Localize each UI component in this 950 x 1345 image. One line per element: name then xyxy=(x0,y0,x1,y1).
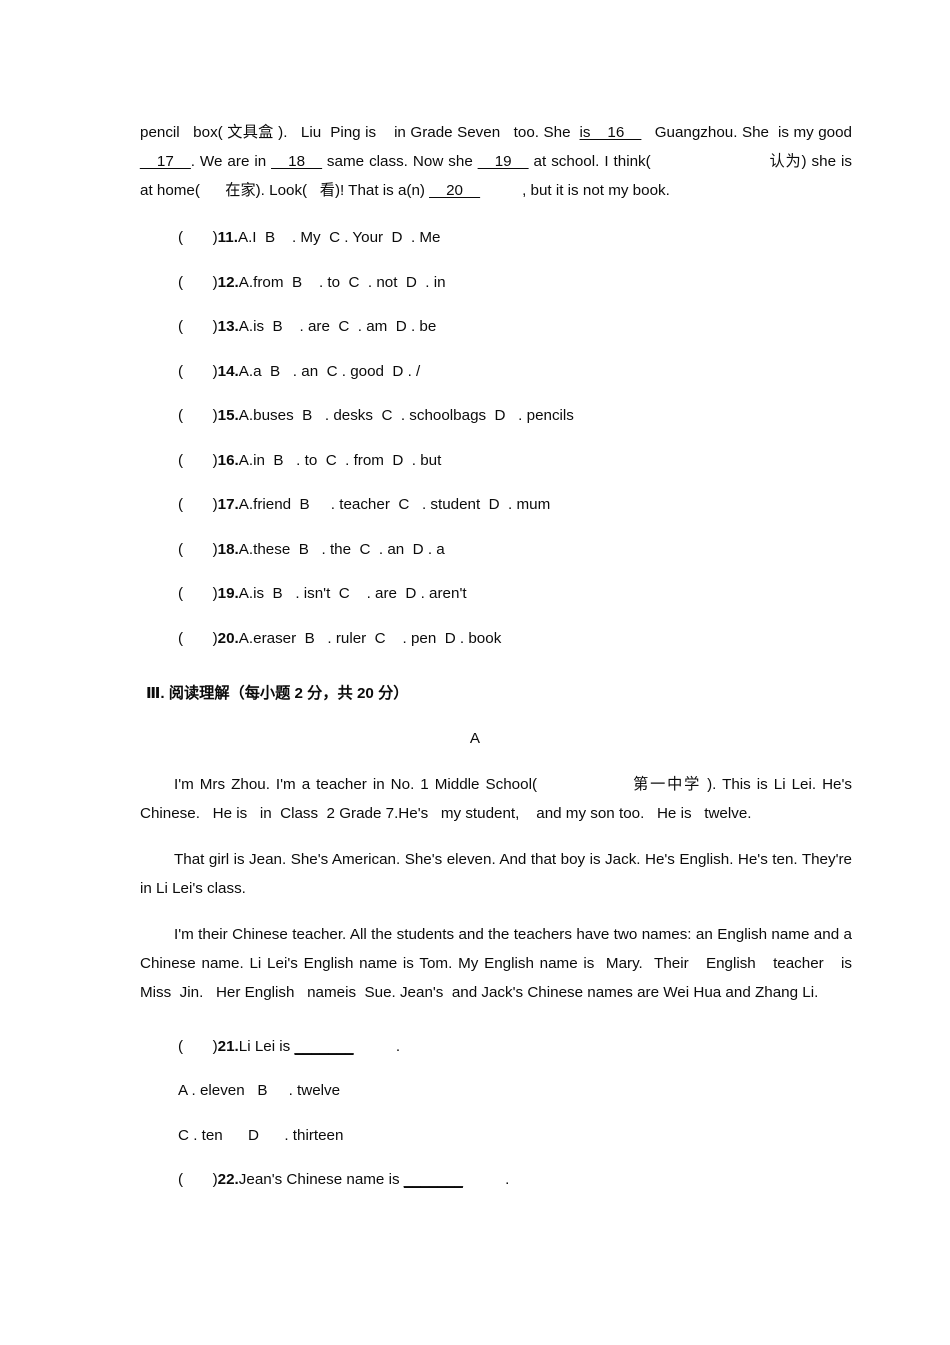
question-number-18: 18. xyxy=(217,540,239,558)
question-number-20: 20. xyxy=(217,629,239,647)
cloze-question-list: ( )11.A.I B . My C . Your D . Me ( )12.A… xyxy=(140,223,852,653)
question-item-11[interactable]: ( )11.A.I B . My C . Your D . Me xyxy=(140,223,852,252)
question-stem-21: Li Lei is xyxy=(238,1037,295,1055)
passage-paragraph-1: I'm Mrs Zhou. I'm a teacher in No. 1 Mid… xyxy=(140,775,861,822)
cloze-text-7: 认 xyxy=(768,153,786,170)
question-options-11: A.I B . My C . Your D . Me xyxy=(237,229,441,246)
answer-bracket-16[interactable]: ( ) xyxy=(178,452,218,469)
cloze-blank-20: __20__ xyxy=(429,182,480,199)
question-options-16: A.in B . to C . from D . but xyxy=(238,451,442,469)
answer-bracket-13[interactable]: ( ) xyxy=(178,318,218,335)
question-item-22[interactable]: ( )22.Jean's Chinese name is _______ . xyxy=(140,1165,852,1194)
answer-bracket-11[interactable]: ( ) xyxy=(178,229,218,246)
cloze-text-5: same class. Now she xyxy=(321,153,478,170)
question-item-20[interactable]: ( )20.A.eraser B . ruler C . pen D . boo… xyxy=(140,624,852,653)
answer-bracket-18[interactable]: ( ) xyxy=(178,541,218,558)
question-blank-21: _______ xyxy=(294,1037,354,1055)
question-item-17[interactable]: ( )17.A.friend B . teacher C . student D… xyxy=(140,490,852,519)
cloze-text-6: at school. I think( xyxy=(528,153,651,170)
reading-question-list: ( )21.Li Lei is _______ . A . eleven B .… xyxy=(140,1032,852,1195)
cloze-text-1: pencil box( 文具盒 ). Liu Ping is in Grade … xyxy=(140,124,580,141)
answer-bracket-15[interactable]: ( ) xyxy=(178,407,218,424)
cloze-text-9: , but it is not my book. xyxy=(479,182,670,199)
cloze-passage: pencil box( 文具盒 ). Liu Ping is in Grade … xyxy=(140,118,852,205)
question-stem-end-22: . xyxy=(462,1171,510,1188)
question-options-13: A.is B . are C . am D . be xyxy=(238,318,437,335)
answer-bracket-21[interactable]: ( ) xyxy=(178,1038,218,1055)
question-number-19: 19. xyxy=(217,585,239,602)
question-item-13[interactable]: ( )13.A.is B . are C . am D . be xyxy=(140,312,852,341)
question-item-21[interactable]: ( )21.Li Lei is _______ . xyxy=(140,1032,852,1061)
section-heading-reading: Ⅲ. 阅读理解（每小题 2 分，共 20 分） xyxy=(146,684,409,702)
answer-bracket-12[interactable]: ( ) xyxy=(178,274,218,291)
passage-label-a: A xyxy=(469,729,481,747)
question-item-15[interactable]: ( )15.A.buses B . desks C . schoolbags D… xyxy=(140,401,852,430)
answer-bracket-20[interactable]: ( ) xyxy=(178,630,218,647)
question-item-18[interactable]: ( )18.A.these B . the C . an D . a xyxy=(140,535,852,564)
question-item-16[interactable]: ( )16.A.in B . to C . from D . but xyxy=(140,446,852,475)
question-options-18: A.these B . the C . an D . a xyxy=(238,540,445,558)
answer-bracket-22[interactable]: ( ) xyxy=(178,1171,218,1188)
document-page: pencil box( 文具盒 ). Liu Ping is in Grade … xyxy=(0,0,950,1345)
question-item-12[interactable]: ( )12.A.from B . to C . not D . in xyxy=(140,268,852,297)
cloze-text-2: Guangzhou. She is xyxy=(641,124,789,141)
cloze-blank-16: is__16__ xyxy=(579,124,642,141)
question-number-11: 11. xyxy=(217,229,238,246)
question-number-22: 22. xyxy=(217,1171,239,1188)
question-number-12: 12. xyxy=(217,273,239,291)
cloze-blank-19: __19__ xyxy=(477,153,529,170)
question-stem-22: Jean's Chinese name is xyxy=(238,1171,404,1188)
question-options-12: A.from B . to C . not D . in xyxy=(238,273,446,291)
option-row-21-ab[interactable]: A . eleven B . twelve xyxy=(140,1076,852,1105)
question-number-17: 17. xyxy=(217,496,239,513)
question-options-20: A.eraser B . ruler C . pen D . book xyxy=(238,629,502,647)
question-number-21: 21. xyxy=(217,1037,239,1055)
cloze-blank-17: __17__ xyxy=(140,153,191,170)
question-item-14[interactable]: ( )14.A.a B . an C . good D . / xyxy=(140,357,852,386)
question-number-13: 13. xyxy=(217,318,239,335)
question-number-15: 15. xyxy=(217,407,239,424)
answer-bracket-17[interactable]: ( ) xyxy=(178,496,218,513)
question-blank-22: _______ xyxy=(403,1171,463,1188)
answer-bracket-14[interactable]: ( ) xyxy=(178,363,218,380)
option-row-21-cd[interactable]: C . ten D . thirteen xyxy=(140,1121,852,1150)
question-item-19[interactable]: ( )19.A.is B . isn't C . are D . aren't xyxy=(140,579,852,608)
question-options-17: A.friend B . teacher C . student D . mum xyxy=(238,496,551,513)
passage-paragraph-2: That girl is Jean. She's American. She's… xyxy=(140,850,857,897)
cloze-blank-18: __18__ xyxy=(271,153,322,170)
cloze-text-4: . We are in xyxy=(190,153,272,170)
question-number-16: 16. xyxy=(217,451,239,469)
question-options-19: A.is B . isn't C . are D . aren't xyxy=(238,585,467,602)
passage-paragraph-3: I'm their Chinese teacher. All the stude… xyxy=(140,925,861,1001)
question-number-14: 14. xyxy=(217,362,239,380)
answer-bracket-19[interactable]: ( ) xyxy=(178,585,218,602)
question-stem-end-21: . xyxy=(353,1037,401,1055)
cloze-text-3: my good xyxy=(793,124,857,141)
question-options-15: A.buses B . desks C . schoolbags D . pen… xyxy=(238,407,574,424)
question-options-14: A.a B . an C . good D . / xyxy=(238,362,421,380)
